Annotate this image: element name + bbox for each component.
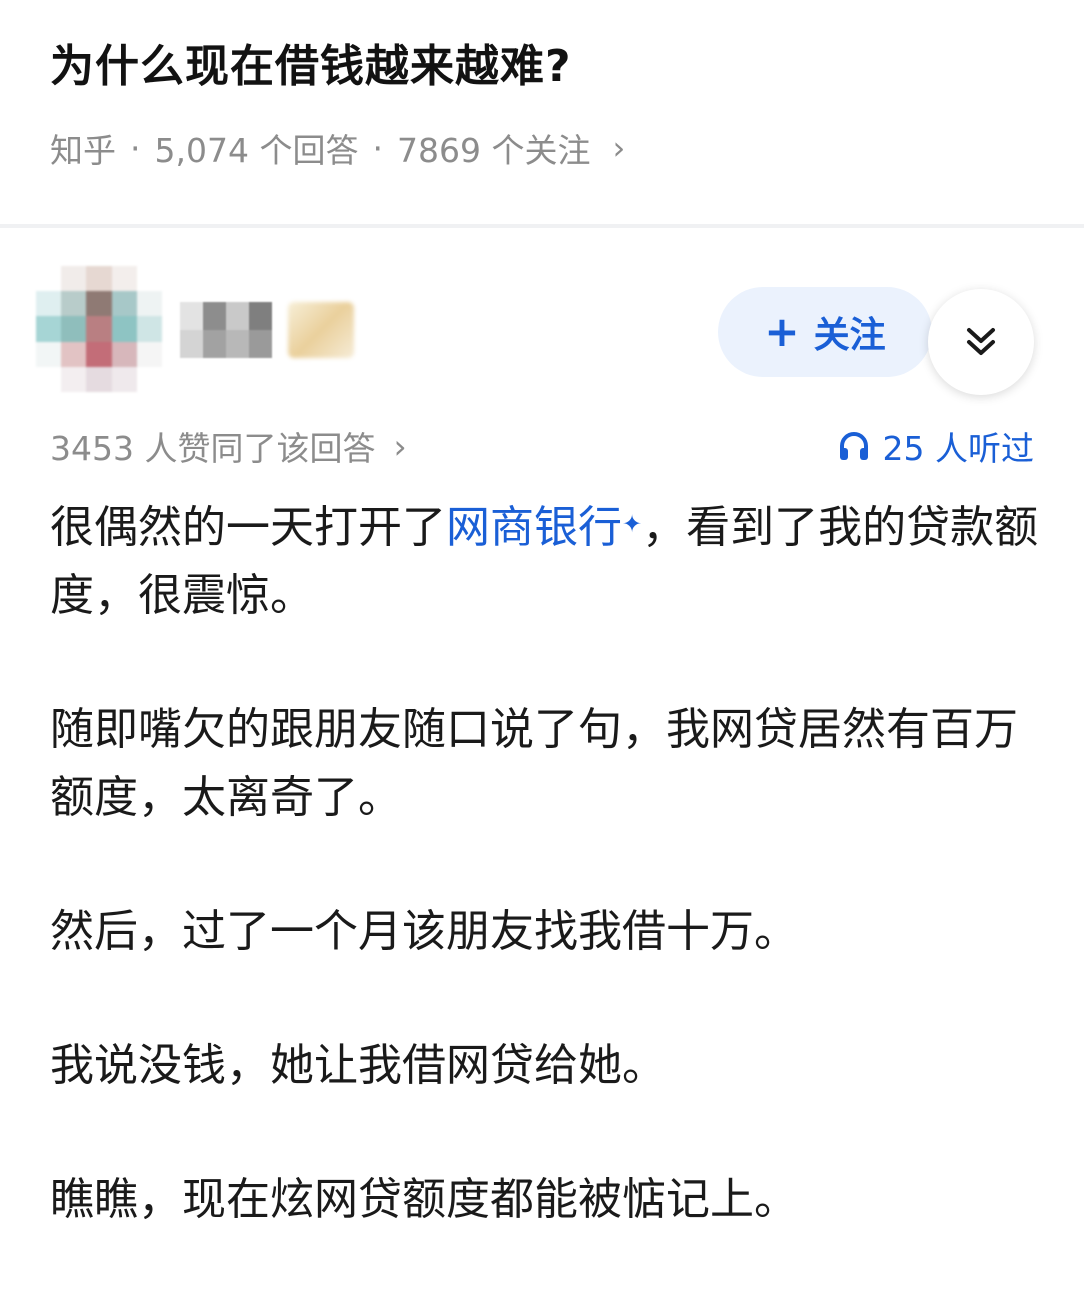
section-divider xyxy=(0,224,1084,228)
author-badge xyxy=(288,302,354,358)
answer-count: 5,074 个回答 xyxy=(154,131,359,170)
keyword-link-text: 网商银行 xyxy=(446,502,622,553)
listen-button[interactable]: 25 人听过 xyxy=(837,422,1034,470)
chevron-right-icon: › xyxy=(612,129,626,167)
follow-label: 关注 xyxy=(813,315,886,356)
headphones-icon xyxy=(839,432,868,460)
answer-content: 很偶然的一天打开了网商银行✦，看到了我的贷款额度，很震惊。 随即嘴欠的跟朋友随口… xyxy=(50,494,1040,1300)
author-name[interactable] xyxy=(180,302,272,358)
expand-button[interactable] xyxy=(928,289,1034,395)
sparkle-icon: ✦ xyxy=(622,510,643,538)
keyword-link[interactable]: 网商银行✦ xyxy=(446,502,642,553)
chevron-right-icon: › xyxy=(393,426,407,466)
question-meta[interactable]: 知乎 · 5,074 个回答 · 7869 个关注 › xyxy=(50,124,625,172)
follow-button[interactable]: + 关注 xyxy=(718,287,932,377)
paragraph-text: 很偶然的一天打开了 xyxy=(50,502,446,553)
paragraph: 然后，过了一个月该朋友找我借十万。 xyxy=(50,906,798,957)
follower-count: 7869 个关注 xyxy=(396,131,591,170)
paragraph: 很偶然的一天打开了网商银行✦，看到了我的贷款额度，很震惊。 xyxy=(50,494,1040,630)
upvote-count: 3453 人赞同了该回答 xyxy=(50,429,376,468)
separator-dot: · xyxy=(130,128,141,168)
plus-icon: + xyxy=(764,307,800,356)
source-label: 知乎 xyxy=(50,131,116,170)
paragraph: 随即嘴欠的跟朋友随口说了句，我网贷居然有百万额度，太离奇了。 xyxy=(50,704,1018,823)
separator-dot: · xyxy=(372,128,383,168)
listen-count: 25 人听过 xyxy=(882,429,1034,468)
question-title[interactable]: 为什么现在借钱越来越难? xyxy=(50,30,572,94)
paragraph: 瞧瞧，现在炫网贷额度都能被惦记上。 xyxy=(50,1174,798,1225)
upvote-summary[interactable]: 3453 人赞同了该回答 › xyxy=(50,422,407,470)
paragraph: 我说没钱，她让我借网贷给她。 xyxy=(50,1040,666,1091)
avatar[interactable] xyxy=(36,266,162,392)
double-chevron-down-icon xyxy=(967,328,995,355)
